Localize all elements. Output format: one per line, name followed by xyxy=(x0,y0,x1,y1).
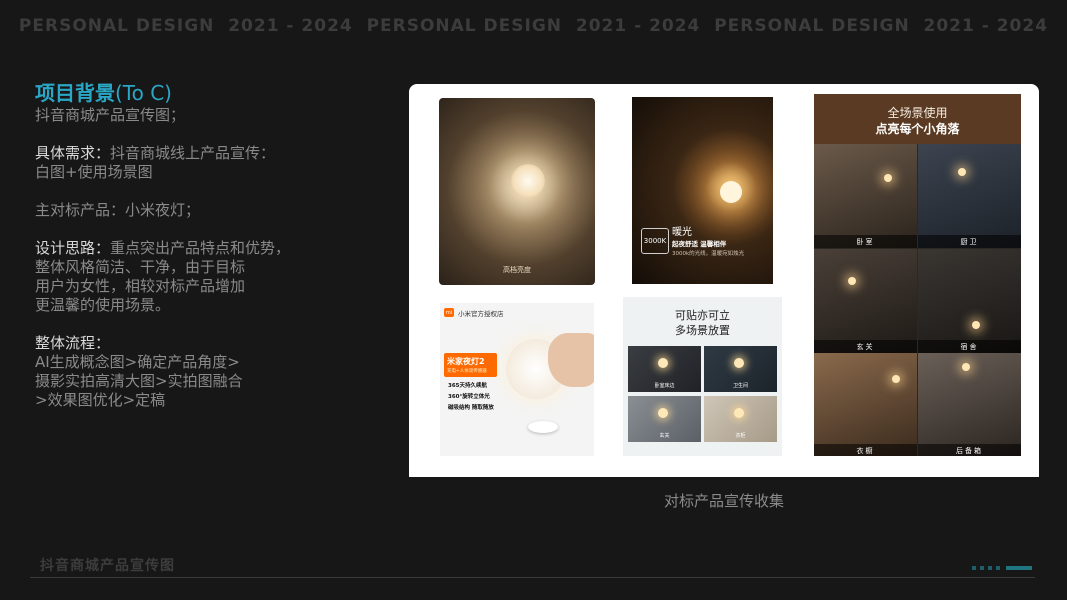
scene-cell: 玄关 xyxy=(814,249,917,353)
hand-image xyxy=(548,333,594,387)
progress-dot xyxy=(996,566,1000,570)
scenes-subheading: 点亮每个小角落 xyxy=(875,122,960,136)
photo-product-white: mi 小米官方授权店 米家夜灯2 充电+人体双传感器 365天持久续航 360°… xyxy=(440,303,594,456)
photo-all-scenes: 全场景使用 点亮每个小角落 卧室 厨卫 玄关 宿舍 衣橱 后备箱 xyxy=(814,94,1021,456)
footer-divider xyxy=(30,577,1035,578)
night-light-glow xyxy=(511,164,545,198)
placement-heading: 可贴亦可立 xyxy=(675,309,730,322)
benchmark-section: 主对标产品：小米夜灯； xyxy=(35,201,365,220)
progress-active xyxy=(1006,566,1032,570)
approach-line: 重点突出产品特点和优势， xyxy=(110,239,291,257)
product-feature: 360°旋转立体光 xyxy=(448,394,490,400)
banner-years: 2021 - 2024 xyxy=(923,16,1049,36)
intro-desc: 抖音商城产品宣传图； xyxy=(35,106,186,124)
approach-label: 设计思路： xyxy=(35,239,111,257)
product-subtitle: 充电+人体双传感器 xyxy=(447,369,487,374)
process-line: >效果图优化>定稿 xyxy=(35,391,166,409)
product-name: 米家夜灯2 xyxy=(447,357,485,366)
magnetic-base xyxy=(528,421,558,433)
requirements-label: 具体需求： xyxy=(35,144,111,162)
requirements-line: 白图+使用场景图 xyxy=(35,163,153,181)
process-line: AI生成概念图>确定产品角度> xyxy=(35,353,240,371)
warm-light-heading: 暖光 xyxy=(672,227,692,238)
product-feature: 365天持久续航 xyxy=(448,383,487,389)
scene-cell: 衣橱 xyxy=(814,353,917,456)
scene-cell: 厨卫 xyxy=(918,144,1021,248)
banner-text: PERSONAL DESIGN xyxy=(366,16,563,36)
product-feature: 磁吸结构 随取随放 xyxy=(448,405,494,411)
mi-logo-icon: mi xyxy=(444,308,454,317)
scene-tile: 卧室床边 xyxy=(628,346,701,392)
approach-line: 用户为女性，相较对标产品增加 xyxy=(35,277,246,295)
scene-label: 宿舍 xyxy=(918,340,1021,353)
title-main: 项目背景 xyxy=(35,81,115,105)
gallery-caption: 对标产品宣传收集 xyxy=(663,492,784,510)
photo-warm-light: 3000K 暖光 起夜舒适 温馨相伴 3000k的光线，温暖宛如烛光 xyxy=(632,97,773,284)
scene-label: 卧室 xyxy=(814,235,917,248)
warm-light-line2: 3000k的光线，温暖宛如烛光 xyxy=(672,251,745,257)
footer-title: 抖音商城产品宣传图 xyxy=(40,558,175,574)
approach-line: 更温馨的使用场景。 xyxy=(35,296,171,314)
scene-tag: 卫生间 xyxy=(732,383,748,389)
banner-years: 2021 - 2024 xyxy=(228,16,353,36)
scene-cell: 宿舍 xyxy=(918,249,1021,353)
scene-tag: 衣柜 xyxy=(735,433,746,439)
top-banner: PERSONAL DESIGN 2021 - 2024 PERSONAL DES… xyxy=(0,14,1067,38)
process-section: 整体流程： AI生成概念图>确定产品角度> 摄影实拍高清大图>实拍图融合 >效果… xyxy=(35,334,365,410)
scene-cell: 后备箱 xyxy=(918,353,1021,456)
scene-label: 后备箱 xyxy=(918,444,1021,456)
photo-night-light-wall: 高档亮度 xyxy=(439,98,595,285)
progress-dot xyxy=(980,566,984,570)
warm-light-line1: 起夜舒适 温馨相伴 xyxy=(672,240,727,248)
progress-dot xyxy=(972,566,976,570)
color-temp-badge: 3000K xyxy=(641,228,669,254)
scene-cell: 卧室 xyxy=(814,144,917,248)
banner-years: 2021 - 2024 xyxy=(575,16,701,36)
photo-caption: 高档亮度 xyxy=(503,266,531,274)
scene-label: 玄关 xyxy=(814,340,917,353)
scene-tag: 卧室床边 xyxy=(654,383,675,389)
title-suffix: (To C) xyxy=(115,81,172,105)
process-label: 整体流程： xyxy=(35,334,111,352)
scene-tile: 衣柜 xyxy=(704,396,777,442)
project-description: 项目背景(To C) 抖音商城产品宣传图； 具体需求：抖音商城线上产品宣传： 白… xyxy=(35,80,365,429)
store-name: 小米官方授权店 xyxy=(458,310,504,318)
requirements-section: 具体需求：抖音商城线上产品宣传： 白图+使用场景图 xyxy=(35,144,365,182)
scene-label: 衣橱 xyxy=(814,444,917,456)
scene-tile: 玄关 xyxy=(628,396,701,442)
banner-text: PERSONAL DESIGN xyxy=(18,16,215,36)
process-line: 摄影实拍高清大图>实拍图融合 xyxy=(35,372,243,390)
approach-section: 设计思路：重点突出产品特点和优势， 整体风格简洁、干净，由于目标 用户为女性，相… xyxy=(35,239,365,315)
night-light-glow xyxy=(720,181,742,203)
photo-placement-scenes: 可贴亦可立 多场景放置 卧室床边 卫生间 玄关 衣柜 xyxy=(623,297,782,456)
placement-subheading: 多场景放置 xyxy=(675,324,730,337)
approach-line: 整体风格简洁、干净，由于目标 xyxy=(35,258,246,276)
section-title: 项目背景(To C) xyxy=(35,80,365,106)
scene-tag: 玄关 xyxy=(659,433,670,439)
requirements-line: 抖音商城线上产品宣传： xyxy=(110,144,276,162)
page-progress-indicator xyxy=(972,566,1032,570)
scenes-heading: 全场景使用 xyxy=(887,106,948,120)
banner-text: PERSONAL DESIGN xyxy=(714,16,910,36)
scene-label: 厨卫 xyxy=(918,235,1021,248)
benchmark-gallery: 高档亮度 3000K 暖光 起夜舒适 温馨相伴 3000k的光线，温暖宛如烛光 … xyxy=(409,84,1039,477)
scene-tile: 卫生间 xyxy=(704,346,777,392)
progress-dot xyxy=(988,566,992,570)
intro-section: 项目背景(To C) 抖音商城产品宣传图； xyxy=(35,80,365,125)
benchmark-text: 主对标产品：小米夜灯； xyxy=(35,201,201,219)
